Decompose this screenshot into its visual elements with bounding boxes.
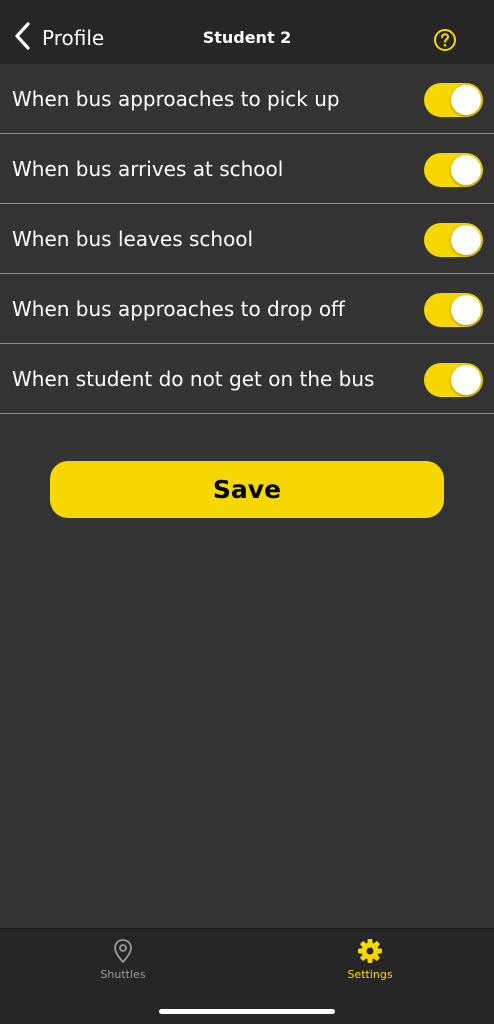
home-indicator xyxy=(159,1009,335,1014)
setting-row-arrives-school: When bus arrives at school xyxy=(0,134,494,204)
toggle-switch[interactable] xyxy=(424,293,483,327)
toggle-switch[interactable] xyxy=(424,223,483,257)
toggle-knob xyxy=(451,155,481,185)
setting-row-missed-bus: When student do not get on the bus xyxy=(0,344,494,414)
setting-label: When bus approaches to pick up xyxy=(12,87,340,111)
question-circle-icon xyxy=(433,28,457,52)
tab-shuttles[interactable]: Shuttles xyxy=(63,937,183,993)
tab-settings[interactable]: Settings xyxy=(310,937,430,993)
toggle-switch[interactable] xyxy=(424,363,483,397)
page-title: Student 2 xyxy=(202,28,292,47)
toggle-knob xyxy=(451,365,481,395)
setting-row-drop-off-approach: When bus approaches to drop off xyxy=(0,274,494,344)
map-pin-icon xyxy=(109,937,137,965)
notification-settings-list: When bus approaches to pick up When bus … xyxy=(0,64,494,414)
tab-label: Shuttles xyxy=(100,968,146,981)
toggle-knob xyxy=(451,295,481,325)
setting-row-leaves-school: When bus leaves school xyxy=(0,204,494,274)
toggle-switch[interactable] xyxy=(424,83,483,117)
save-button[interactable]: Save xyxy=(50,461,444,518)
toggle-knob xyxy=(451,225,481,255)
setting-label: When student do not get on the bus xyxy=(12,367,375,391)
setting-row-pick-up-approach: When bus approaches to pick up xyxy=(0,64,494,134)
setting-label: When bus approaches to drop off xyxy=(12,297,345,321)
toggle-switch[interactable] xyxy=(424,153,483,187)
tab-label: Settings xyxy=(347,968,393,981)
gear-icon xyxy=(356,937,384,965)
setting-label: When bus arrives at school xyxy=(12,157,284,181)
toggle-knob xyxy=(451,85,481,115)
setting-label: When bus leaves school xyxy=(12,227,254,251)
help-button[interactable] xyxy=(433,28,457,52)
app-screen: Profile Student 2 When bus approaches to… xyxy=(0,0,494,1024)
navigation-header: Profile Student 2 xyxy=(0,0,494,64)
